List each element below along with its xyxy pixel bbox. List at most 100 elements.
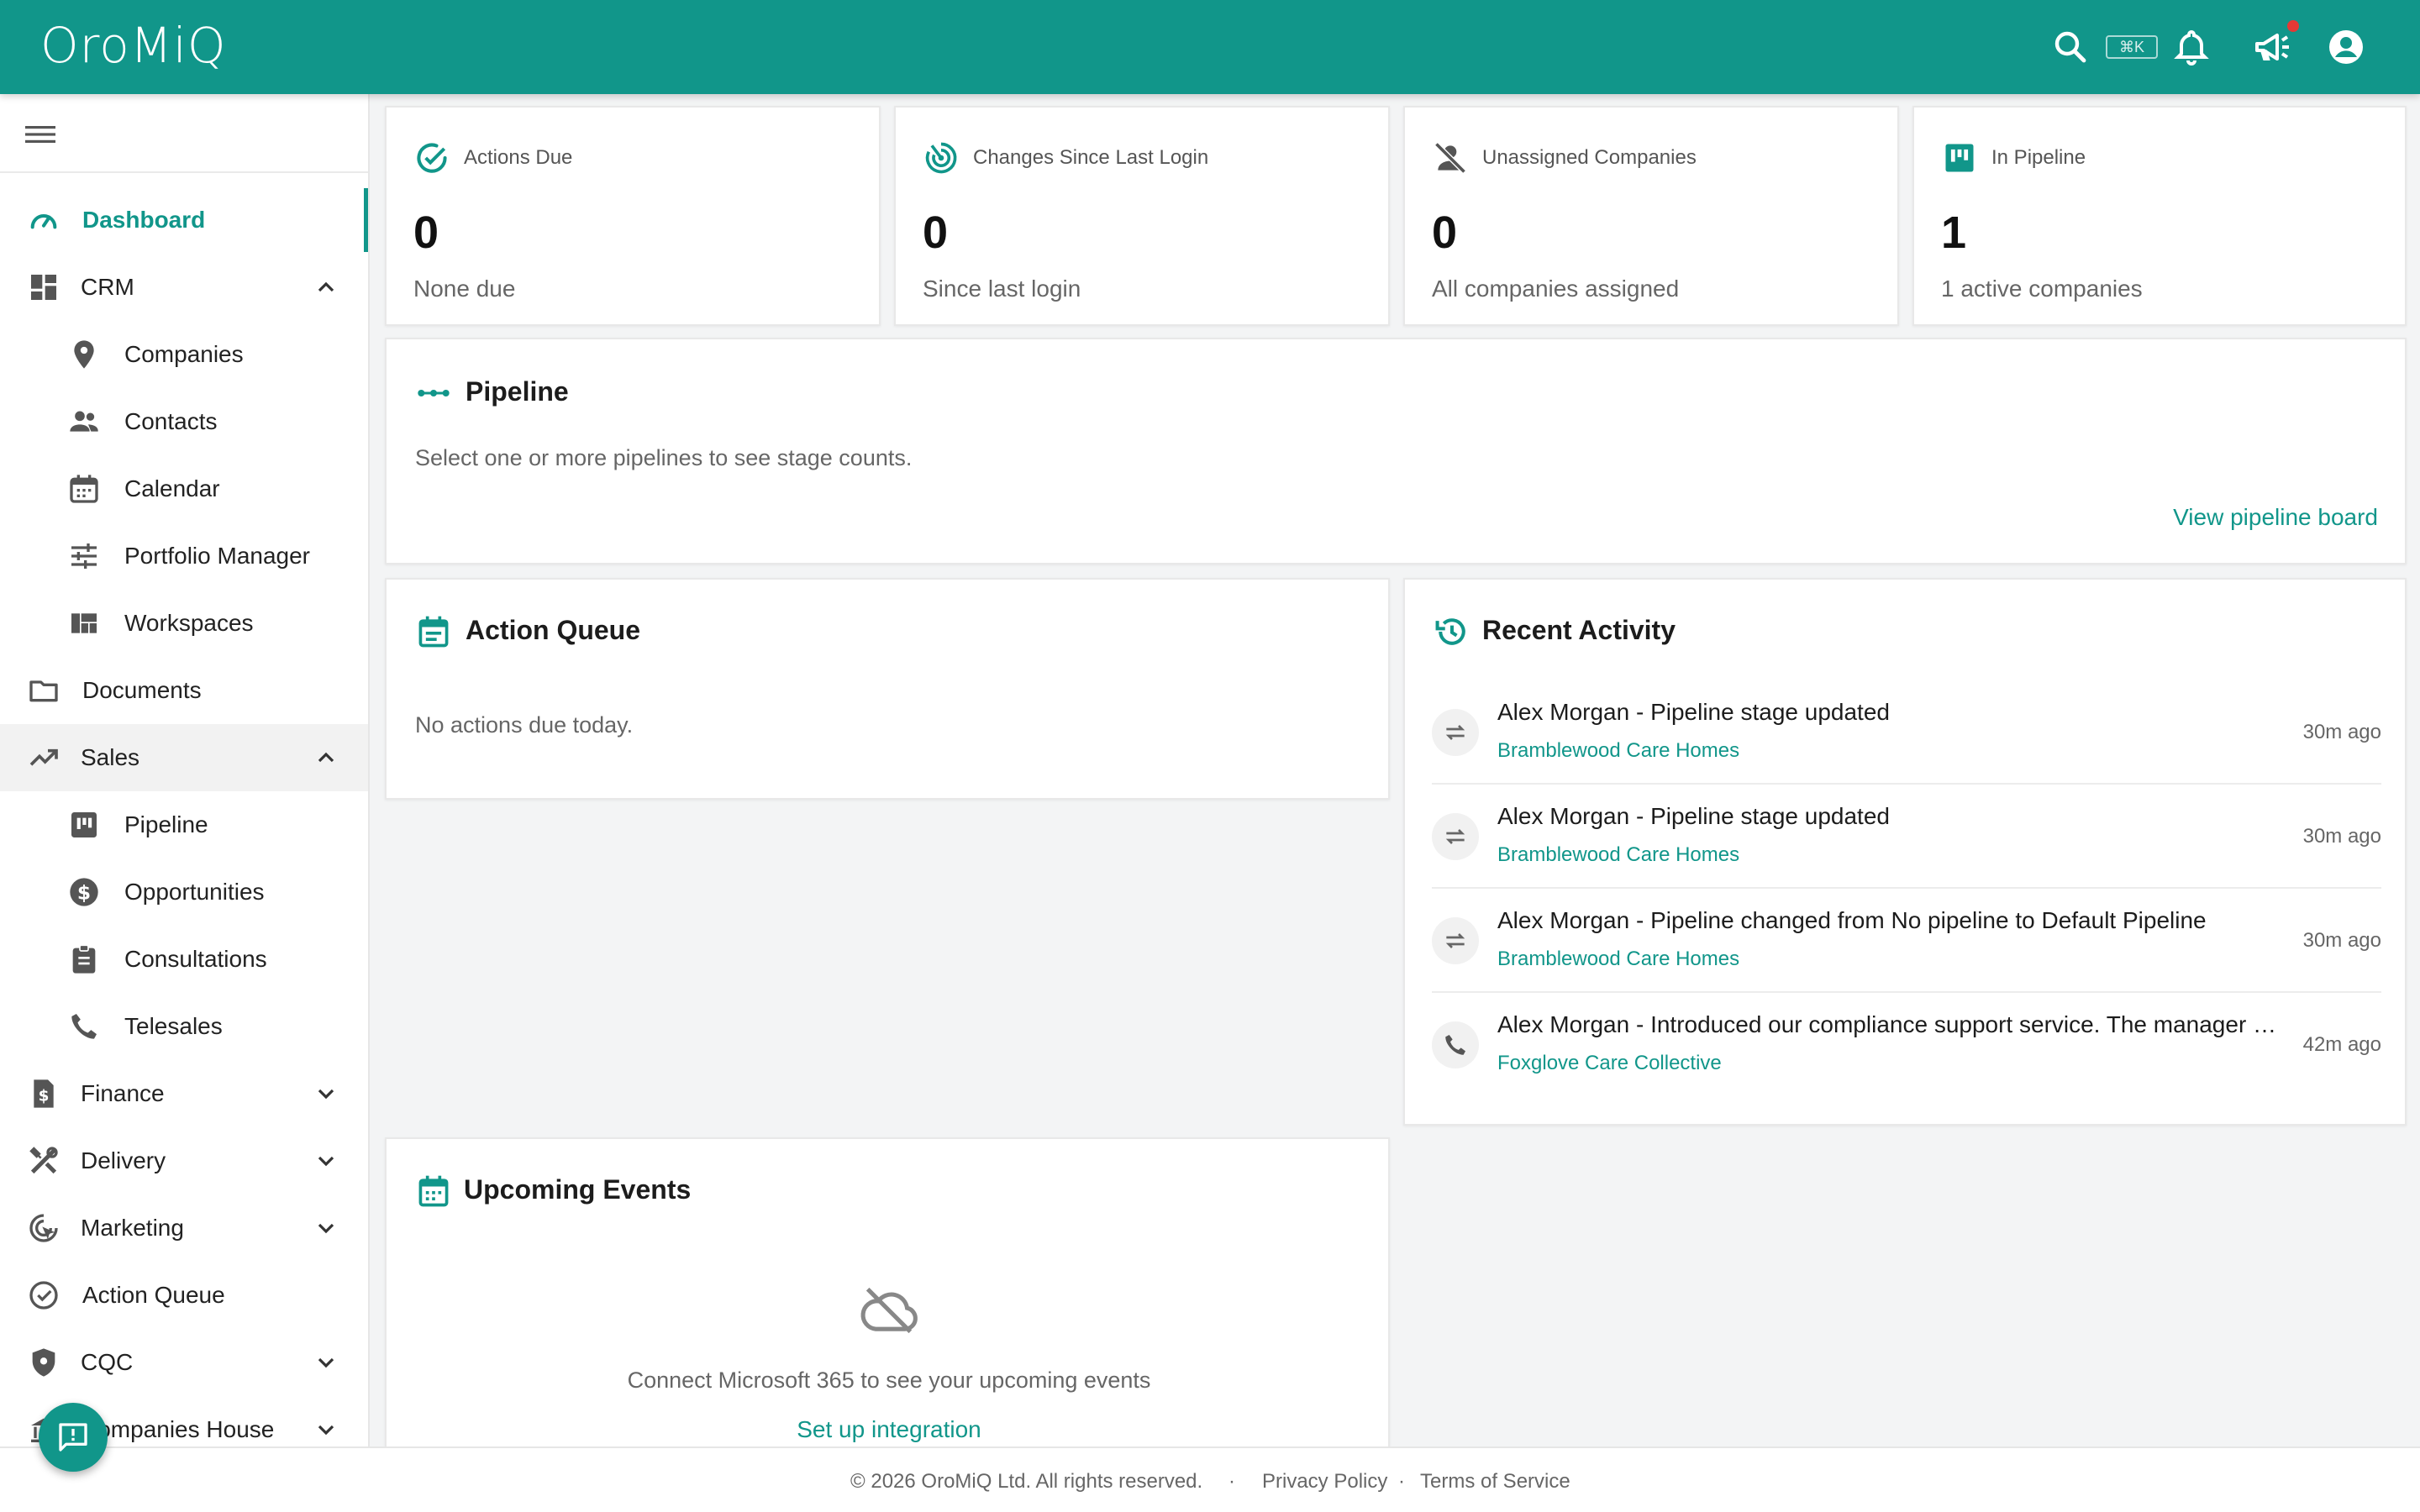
sidebar-item-label: Opportunities <box>124 879 265 905</box>
app-logo[interactable]: OroMiQ <box>40 17 227 74</box>
chat-feedback-icon <box>59 1423 87 1452</box>
menu-icon[interactable] <box>25 121 55 148</box>
upcoming-events-message: Connect Microsoft 365 to see your upcomi… <box>627 1368 1151 1393</box>
sidebar-item-label: Portfolio Manager <box>124 543 311 569</box>
activity-company-link[interactable]: Foxglove Care Collective <box>1497 1052 1722 1075</box>
sidebar-item-cqc[interactable]: CQC <box>0 1329 368 1396</box>
sidebar-item-dashboard[interactable]: Dashboard <box>0 186 368 254</box>
chevron-down-icon[interactable] <box>313 1080 339 1107</box>
activity-time: 30m ago <box>2302 825 2381 848</box>
chevron-up-icon[interactable] <box>313 274 339 301</box>
sidebar-item-delivery[interactable]: Delivery <box>0 1127 368 1194</box>
activity-time: 30m ago <box>2302 721 2381 743</box>
notification-dot <box>2287 20 2299 32</box>
sidebar-item-opportunities[interactable]: $ Opportunities <box>0 858 368 926</box>
trending-up-icon <box>27 741 60 774</box>
sidebar-item-finance[interactable]: $ Finance <box>0 1060 368 1127</box>
pipeline-card: Pipeline Select one or more pipelines to… <box>385 338 2407 564</box>
stat-title: In Pipeline <box>1991 146 2086 169</box>
sidebar-item-label: Pipeline <box>124 811 208 837</box>
copyright-text: © 2026 OroMiQ Ltd. All rights reserved. <box>850 1470 1203 1493</box>
sidebar-item-portfolio-manager[interactable]: Portfolio Manager <box>0 522 368 590</box>
activity-title: Alex Morgan - Introduced our compliance … <box>1497 1011 2277 1037</box>
terms-of-service-link[interactable]: Terms of Service <box>1420 1470 1570 1494</box>
target-icon <box>923 139 960 176</box>
sidebar-item-contacts[interactable]: Contacts <box>0 388 368 455</box>
sidebar-item-documents[interactable]: Documents <box>0 657 368 724</box>
stat-card-in-pipeline[interactable]: In Pipeline 1 1 active companies <box>1912 106 2407 326</box>
sidebar-item-label: Finance <box>81 1080 165 1106</box>
swap-icon <box>1432 917 1479 964</box>
sidebar-item-pipeline[interactable]: Pipeline <box>0 791 368 858</box>
sidebar-item-consultations[interactable]: Consultations <box>0 926 368 993</box>
activity-item[interactable]: Alex Morgan - Introduced our compliance … <box>1432 993 2381 1097</box>
stat-title: Actions Due <box>464 146 573 169</box>
chevron-up-icon[interactable] <box>313 744 339 771</box>
stat-card-actions-due[interactable]: Actions Due 0 None due <box>385 106 881 326</box>
chevron-down-icon[interactable] <box>313 1215 339 1242</box>
activity-item[interactable]: Alex Morgan - Pipeline stage updated Bra… <box>1432 680 2381 785</box>
activity-time: 30m ago <box>2302 929 2381 952</box>
swap-icon <box>1432 813 1479 860</box>
sidebar-item-label: Delivery <box>81 1147 166 1173</box>
search-shortcut-hint[interactable]: ⌘K <box>2106 35 2158 59</box>
footer: © 2026 OroMiQ Ltd. All rights reserved. … <box>0 1446 2420 1512</box>
sidebar-item-companies[interactable]: Companies <box>0 321 368 388</box>
sidebar-item-label: Telesales <box>124 1013 223 1039</box>
sidebar-item-calendar[interactable]: Calendar <box>0 455 368 522</box>
stat-card-unassigned-companies[interactable]: Unassigned Companies 0 All companies ass… <box>1403 106 1899 326</box>
sidebar-item-action-queue[interactable]: Action Queue <box>0 1262 368 1329</box>
activity-title: Alex Morgan - Pipeline changed from No p… <box>1497 907 2207 933</box>
folder-icon <box>27 674 60 707</box>
sidebar-item-label: Companies House <box>81 1416 275 1442</box>
sidebar-item-workspaces[interactable]: Workspaces <box>0 590 368 657</box>
sidebar-item-telesales[interactable]: Telesales <box>0 993 368 1060</box>
stat-subtitle: 1 active companies <box>1941 276 2143 302</box>
action-queue-card: Action Queue No actions due today. <box>385 578 1390 800</box>
search-icon[interactable] <box>2050 27 2091 67</box>
chat-button[interactable] <box>39 1403 108 1472</box>
cloud-off-icon <box>857 1278 921 1342</box>
speedometer-icon <box>27 203 60 237</box>
upcoming-events-card: Upcoming Events Connect Microsoft 365 to… <box>385 1137 1390 1446</box>
activity-time: 42m ago <box>2302 1033 2381 1056</box>
sidebar-item-label: Workspaces <box>124 610 254 636</box>
activity-item[interactable]: Alex Morgan - Pipeline changed from No p… <box>1432 889 2381 993</box>
chevron-down-icon[interactable] <box>313 1416 339 1443</box>
megaphone-icon[interactable] <box>2252 27 2292 67</box>
set-up-integration-link[interactable]: Set up integration <box>387 1416 1392 1443</box>
activity-company-link[interactable]: Bramblewood Care Homes <box>1497 948 1739 971</box>
privacy-policy-link[interactable]: Privacy Policy <box>1262 1470 1387 1494</box>
calendar-icon <box>415 1173 452 1210</box>
card-title: Pipeline <box>466 376 569 407</box>
phone-icon <box>1432 1021 1479 1068</box>
activity-item[interactable]: Alex Morgan - Pipeline stage updated Bra… <box>1432 785 2381 889</box>
sidebar-item-label: Marketing <box>81 1215 184 1241</box>
card-title: Recent Activity <box>1482 615 1676 645</box>
sidebar-item-crm[interactable]: CRM <box>0 254 368 321</box>
bell-icon[interactable] <box>2171 27 2212 67</box>
shield-icon <box>27 1346 60 1379</box>
location-pin-icon <box>67 338 101 371</box>
card-title: Action Queue <box>466 615 641 645</box>
invoice-icon: $ <box>27 1077 60 1110</box>
top-app-bar: OroMiQ ⌘K <box>0 0 2420 94</box>
event-note-icon <box>415 613 452 650</box>
sidebar-item-label: Documents <box>82 677 202 703</box>
svg-text:$: $ <box>39 1087 50 1105</box>
account-icon[interactable] <box>2326 27 2366 67</box>
footer-separator: · <box>1228 1470 1235 1493</box>
chevron-down-icon[interactable] <box>313 1349 339 1376</box>
stat-subtitle: None due <box>413 276 516 302</box>
sidebar-item-label: Action Queue <box>82 1282 225 1308</box>
footer-separator: · <box>1398 1470 1405 1493</box>
sidebar-item-marketing[interactable]: Marketing <box>0 1194 368 1262</box>
activity-company-link[interactable]: Bramblewood Care Homes <box>1497 843 1739 867</box>
activity-company-link[interactable]: Bramblewood Care Homes <box>1497 739 1739 763</box>
sidebar-item-label: Contacts <box>124 408 218 434</box>
stat-card-changes-since-last-login[interactable]: Changes Since Last Login 0 Since last lo… <box>894 106 1390 326</box>
activity-title: Alex Morgan - Pipeline stage updated <box>1497 803 1890 829</box>
view-pipeline-board-link[interactable]: View pipeline board <box>2173 504 2378 531</box>
sidebar-item-sales[interactable]: Sales <box>0 724 368 791</box>
chevron-down-icon[interactable] <box>313 1147 339 1174</box>
